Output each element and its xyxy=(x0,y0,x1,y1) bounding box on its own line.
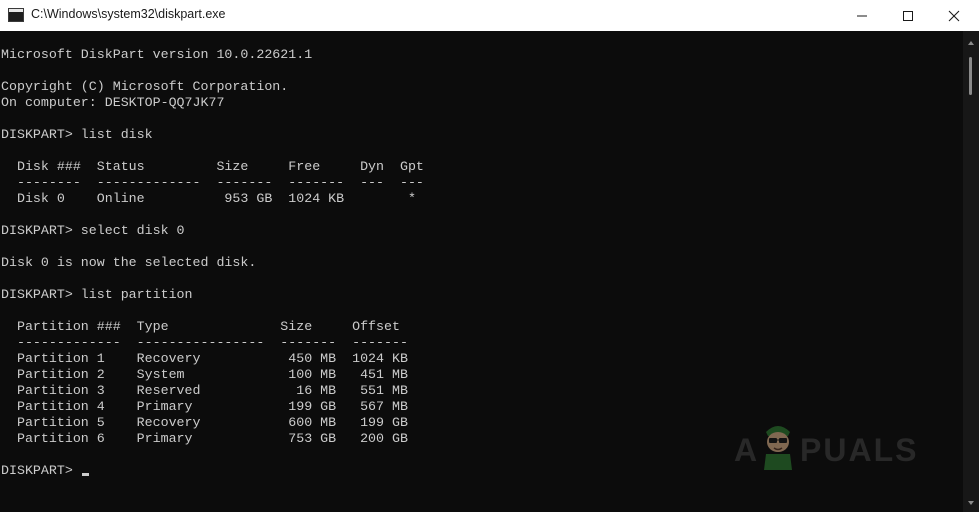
console-line: Partition 6 Primary 753 GB 200 GB xyxy=(1,431,408,446)
console-line: Partition 4 Primary 199 GB 567 MB xyxy=(1,399,408,414)
close-button[interactable] xyxy=(931,0,977,31)
console-line: DISKPART> select disk 0 xyxy=(1,223,185,238)
vertical-scrollbar[interactable] xyxy=(963,31,979,512)
scroll-down-arrow-icon[interactable] xyxy=(968,501,974,505)
console-line: Partition 1 Recovery 450 MB 1024 KB xyxy=(1,351,408,366)
appuals-mascot-icon xyxy=(764,426,792,470)
console-line: Disk ### Status Size Free Dyn Gpt xyxy=(1,159,424,174)
watermark-letter-a: A xyxy=(734,432,760,468)
scrollbar-thumb[interactable] xyxy=(969,57,972,95)
close-icon xyxy=(948,10,960,22)
console-line: On computer: DESKTOP-QQ7JK77 xyxy=(1,95,225,110)
title-bar[interactable]: C:\Windows\system32\diskpart.exe xyxy=(0,0,979,32)
console-line: DISKPART> list disk xyxy=(1,127,153,142)
console-line: Partition 5 Recovery 600 MB 199 GB xyxy=(1,415,408,430)
appuals-watermark: A PUALS xyxy=(734,418,944,474)
console-line: Disk 0 Online 953 GB 1024 KB * xyxy=(1,191,416,206)
prompt-line[interactable]: DISKPART> xyxy=(1,463,424,479)
console-app-icon[interactable] xyxy=(8,8,24,22)
maximize-icon xyxy=(903,11,913,21)
console-line: Partition ### Type Size Offset xyxy=(1,319,400,334)
prompt-text: DISKPART> xyxy=(1,463,81,478)
text-cursor xyxy=(81,473,89,476)
console-line: Partition 2 System 100 MB 451 MB xyxy=(1,367,408,382)
console-line: Partition 3 Reserved 16 MB 551 MB xyxy=(1,383,408,398)
console-line: Disk 0 is now the selected disk. xyxy=(1,255,257,270)
console-line: ------------- ---------------- ------- -… xyxy=(1,335,408,350)
console-line: Microsoft DiskPart version 10.0.22621.1 xyxy=(1,47,313,62)
watermark-letters: PUALS xyxy=(800,432,919,468)
console-text: Microsoft DiskPart version 10.0.22621.1 C… xyxy=(1,47,424,479)
console-line: Copyright (C) Microsoft Corporation. xyxy=(1,79,289,94)
scroll-up-arrow-icon[interactable] xyxy=(968,41,974,45)
minimize-icon xyxy=(857,15,867,17)
window-title: C:\Windows\system32\diskpart.exe xyxy=(31,7,226,21)
console-line: -------- ------------- ------- ------- -… xyxy=(1,175,424,190)
minimize-button[interactable] xyxy=(839,0,885,31)
maximize-button[interactable] xyxy=(885,0,931,31)
console-line: DISKPART> list partition xyxy=(1,287,193,302)
